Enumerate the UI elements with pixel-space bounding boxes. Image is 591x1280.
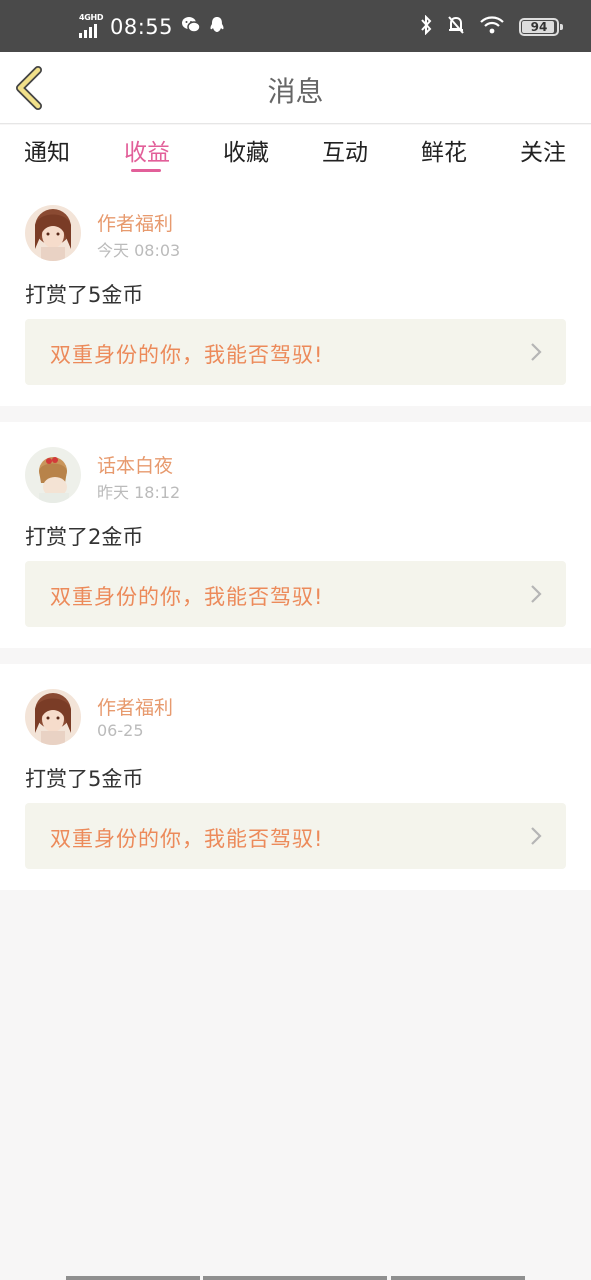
- book-title: 双重身份的你，我能否驾驭!: [50, 343, 324, 367]
- list-item: 作者福利 今天 08:03 打赏了5金币 双重身份的你，我能否驾驭!: [0, 180, 591, 406]
- avatar[interactable]: [25, 689, 81, 745]
- chevron-right-icon: [530, 584, 542, 604]
- list-item: 话本白夜 昨天 18:12 打赏了2金币 双重身份的你，我能否驾驭!: [0, 422, 591, 648]
- chevron-right-icon: [530, 826, 542, 846]
- nav-bar-segment: [203, 1276, 387, 1280]
- tab-notifications[interactable]: 通知: [12, 133, 82, 167]
- book-title: 双重身份的你，我能否驾驭!: [50, 827, 324, 851]
- nav-bar-segment: [391, 1276, 525, 1280]
- bluetooth-icon: [419, 14, 433, 39]
- header: 消息: [0, 52, 591, 124]
- avatar[interactable]: [25, 205, 81, 261]
- battery-indicator: 94: [519, 18, 563, 36]
- tab-bar: 通知 收益 收藏 互动 鲜花 关注: [0, 125, 591, 180]
- mute-bell-icon: [447, 15, 465, 39]
- book-link[interactable]: 双重身份的你，我能否驾驭!: [25, 561, 566, 627]
- wifi-icon: [479, 15, 505, 39]
- tab-favorites[interactable]: 收藏: [211, 133, 281, 167]
- list-item: 作者福利 06-25 打赏了5金币 双重身份的你，我能否驾驭!: [0, 664, 591, 890]
- author-name[interactable]: 话本白夜: [97, 451, 173, 478]
- status-bar: 4GHD 08:55 94: [0, 0, 591, 52]
- timestamp: 06-25: [97, 721, 144, 740]
- tab-flowers[interactable]: 鲜花: [409, 133, 479, 167]
- book-title: 双重身份的你，我能否驾驭!: [50, 585, 324, 609]
- timestamp: 昨天 18:12: [97, 483, 181, 502]
- nav-bar-segment: [66, 1276, 200, 1280]
- chevron-right-icon: [530, 342, 542, 362]
- book-link[interactable]: 双重身份的你，我能否驾驭!: [25, 319, 566, 385]
- reward-message: 打赏了2金币: [25, 525, 144, 549]
- reward-message: 打赏了5金币: [25, 767, 144, 791]
- avatar[interactable]: [25, 447, 81, 503]
- reward-message: 打赏了5金币: [25, 283, 144, 307]
- tab-follows[interactable]: 关注: [508, 133, 578, 167]
- cellular-signal-icon: 4GHD: [78, 13, 104, 39]
- network-type: 4GHD: [79, 13, 104, 22]
- author-name[interactable]: 作者福利: [97, 693, 173, 720]
- tab-interactions[interactable]: 互动: [310, 133, 380, 167]
- tab-earnings[interactable]: 收益: [112, 133, 182, 167]
- qq-icon: [209, 16, 225, 39]
- active-tab-indicator: [131, 169, 161, 172]
- wechat-icon: [181, 16, 201, 39]
- author-name[interactable]: 作者福利: [97, 209, 173, 236]
- clock: 08:55: [110, 15, 174, 39]
- page-title: 消息: [267, 75, 324, 108]
- timestamp: 今天 08:03: [97, 241, 181, 260]
- book-link[interactable]: 双重身份的你，我能否驾驭!: [25, 803, 566, 869]
